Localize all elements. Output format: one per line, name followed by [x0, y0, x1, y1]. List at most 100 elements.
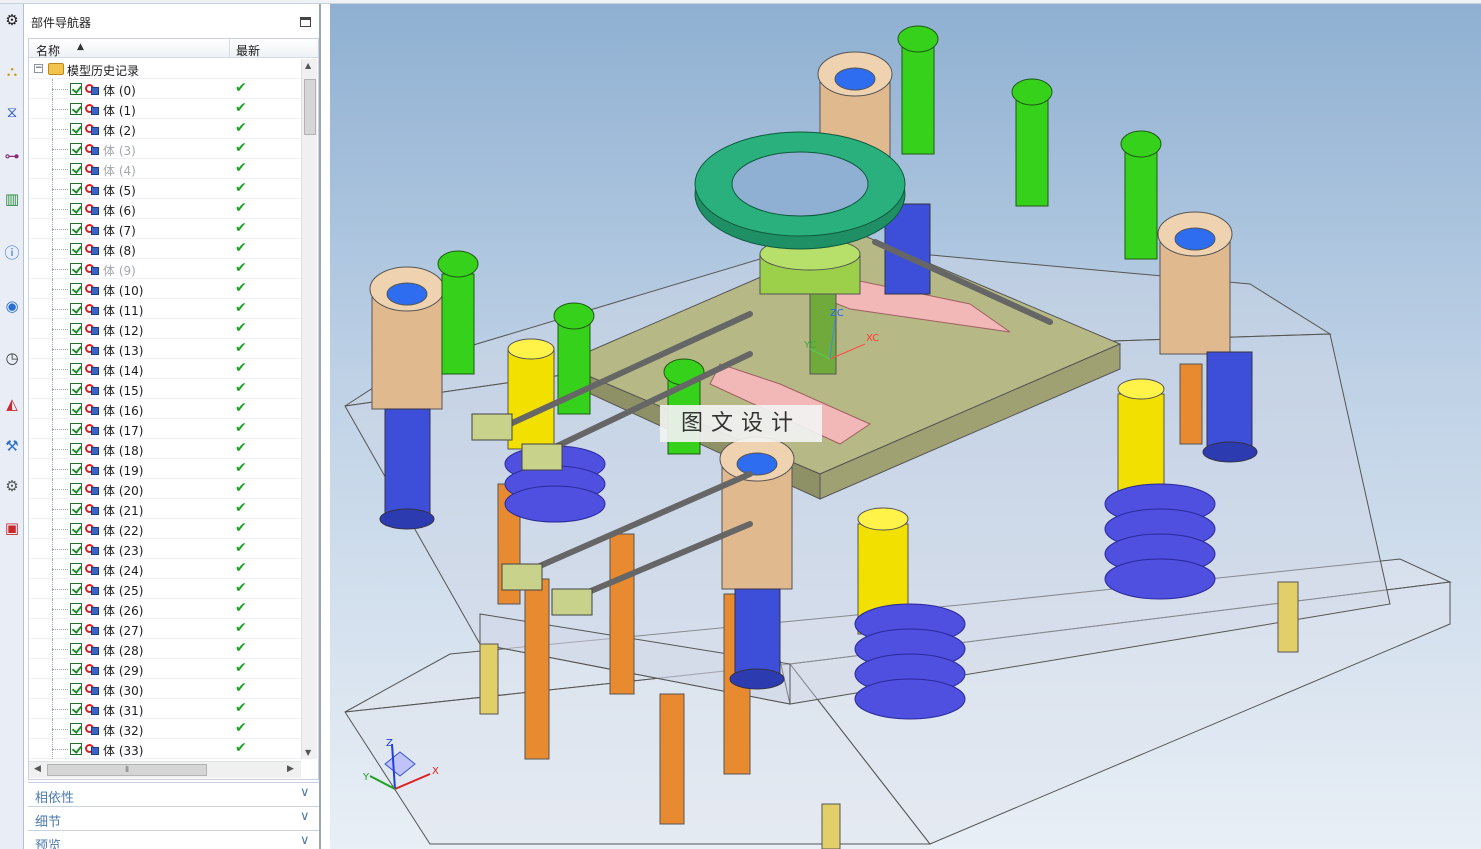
visibility-checkbox[interactable] [70, 323, 82, 335]
tree-node-body[interactable]: 体 (10) ✔ [29, 279, 301, 299]
section-dependencies[interactable]: 相依性 ∨ [28, 782, 319, 806]
tree-node-body[interactable]: 体 (20) ✔ [29, 479, 301, 499]
tree-node-body[interactable]: 体 (31) ✔ [29, 699, 301, 719]
visibility-checkbox[interactable] [70, 703, 82, 715]
tree-node-body[interactable]: 体 (3) ✔ [29, 139, 301, 159]
visibility-checkbox[interactable] [70, 683, 82, 695]
visibility-checkbox[interactable] [70, 423, 82, 435]
tree-node-body[interactable]: 体 (22) ✔ [29, 519, 301, 539]
tree-node-body[interactable]: 体 (27) ✔ [29, 619, 301, 639]
tree-node-body[interactable]: 体 (21) ✔ [29, 499, 301, 519]
hd3d-tools-icon[interactable]: ⓘ [1, 240, 23, 264]
visibility-checkbox[interactable] [70, 103, 82, 115]
visibility-checkbox[interactable] [70, 123, 82, 135]
visibility-checkbox[interactable] [70, 543, 82, 555]
part-navigator-icon[interactable]: ⊶ [1, 144, 23, 168]
tree-node-body[interactable]: 体 (16) ✔ [29, 399, 301, 419]
column-divider[interactable] [229, 39, 230, 58]
graphics-window[interactable]: ZC YC XC X Y Z 图文设计 [330, 4, 1481, 849]
history-icon[interactable]: ◷ [1, 346, 23, 370]
tree-node-body[interactable]: 体 (17) ✔ [29, 419, 301, 439]
chevron-down-icon[interactable]: ∨ [300, 833, 310, 848]
visibility-checkbox[interactable] [70, 483, 82, 495]
web-browser-icon[interactable]: ◉ [1, 294, 23, 318]
manufacturing-wizards-icon[interactable]: ⚙ [1, 474, 23, 498]
vertical-scrollbar[interactable]: ▲ ▼ [301, 59, 317, 759]
section-details[interactable]: 细节 ∨ [28, 806, 319, 830]
tree-node-body[interactable]: 体 (18) ✔ [29, 439, 301, 459]
visibility-checkbox[interactable] [70, 523, 82, 535]
tree-node-body[interactable]: 体 (13) ✔ [29, 339, 301, 359]
visibility-checkbox[interactable] [70, 363, 82, 375]
section-preview[interactable]: 预览 ∨ [28, 830, 319, 849]
visibility-checkbox[interactable] [70, 143, 82, 155]
chevron-down-icon[interactable]: ∨ [300, 785, 310, 800]
visibility-checkbox[interactable] [70, 203, 82, 215]
visibility-checkbox[interactable] [70, 303, 82, 315]
visibility-checkbox[interactable] [70, 563, 82, 575]
system-materials-icon[interactable]: ◭ [1, 392, 23, 416]
roles-icon[interactable]: ▣ [1, 516, 23, 540]
visibility-checkbox[interactable] [70, 223, 82, 235]
tree-node-body[interactable]: 体 (0) ✔ [29, 79, 301, 99]
chevron-down-icon[interactable]: ∨ [300, 809, 310, 824]
tree-node-body[interactable]: 体 (32) ✔ [29, 719, 301, 739]
scroll-down-icon[interactable]: ▼ [305, 748, 311, 757]
tree-node-body[interactable]: 体 (15) ✔ [29, 379, 301, 399]
column-header-latest[interactable]: 最新 [236, 42, 260, 59]
tree-node-body[interactable]: 体 (23) ✔ [29, 539, 301, 559]
tree-node-body[interactable]: 体 (1) ✔ [29, 99, 301, 119]
visibility-checkbox[interactable] [70, 183, 82, 195]
constraint-navigator-icon[interactable]: ⧖ [1, 100, 23, 124]
tree-node-body[interactable]: 体 (4) ✔ [29, 159, 301, 179]
visibility-checkbox[interactable] [70, 383, 82, 395]
tree-node-body[interactable]: 体 (26) ✔ [29, 599, 301, 619]
tree-node-body[interactable]: 体 (8) ✔ [29, 239, 301, 259]
scroll-up-icon[interactable]: ▲ [305, 61, 311, 70]
tree-node-body[interactable]: 体 (2) ✔ [29, 119, 301, 139]
horizontal-scrollbar[interactable]: ◀ ⦀ ▶ [29, 761, 301, 778]
tree-node-body[interactable]: 体 (19) ✔ [29, 459, 301, 479]
column-header-name[interactable]: 名称 [36, 42, 60, 59]
assembly-navigator-icon[interactable]: ⛬ [1, 59, 23, 83]
tree-node-body[interactable]: 体 (12) ✔ [29, 319, 301, 339]
visibility-checkbox[interactable] [70, 723, 82, 735]
visibility-checkbox[interactable] [70, 243, 82, 255]
tree-node-body[interactable]: 体 (25) ✔ [29, 579, 301, 599]
visibility-checkbox[interactable] [70, 163, 82, 175]
visibility-checkbox[interactable] [70, 743, 82, 755]
visibility-checkbox[interactable] [70, 403, 82, 415]
visibility-checkbox[interactable] [70, 83, 82, 95]
tree-node-body[interactable]: 体 (24) ✔ [29, 559, 301, 579]
tree-node-body[interactable]: 体 (29) ✔ [29, 659, 301, 679]
visibility-checkbox[interactable] [70, 583, 82, 595]
scroll-thumb[interactable] [304, 79, 316, 135]
tree-node-body[interactable]: 体 (14) ✔ [29, 359, 301, 379]
tree-node-body[interactable]: 体 (7) ✔ [29, 219, 301, 239]
collapse-icon[interactable]: − [34, 64, 43, 73]
visibility-checkbox[interactable] [70, 263, 82, 275]
mold-assembly-model[interactable]: ZC YC XC X Y Z [330, 4, 1481, 849]
gear-icon[interactable]: ⚙ [1, 8, 23, 32]
visibility-checkbox[interactable] [70, 443, 82, 455]
scroll-right-icon[interactable]: ▶ [287, 764, 294, 774]
visibility-checkbox[interactable] [70, 603, 82, 615]
reuse-library-icon[interactable]: ▥ [1, 187, 23, 211]
tree-node-body[interactable]: 体 (28) ✔ [29, 639, 301, 659]
visibility-checkbox[interactable] [70, 623, 82, 635]
visibility-checkbox[interactable] [70, 283, 82, 295]
tree-node-body[interactable]: 体 (11) ✔ [29, 299, 301, 319]
scroll-left-icon[interactable]: ◀ [34, 764, 41, 774]
visibility-checkbox[interactable] [70, 503, 82, 515]
tree-node-body[interactable]: 体 (6) ✔ [29, 199, 301, 219]
tree-node-body[interactable]: 体 (30) ✔ [29, 679, 301, 699]
visibility-checkbox[interactable] [70, 463, 82, 475]
visibility-checkbox[interactable] [70, 663, 82, 675]
tree-node-body[interactable]: 体 (5) ✔ [29, 179, 301, 199]
visibility-checkbox[interactable] [70, 343, 82, 355]
tree-node-model-history[interactable]: − 模型历史记录 [29, 59, 301, 79]
scroll-thumb[interactable]: ⦀ [47, 764, 207, 776]
tree-node-body[interactable]: 体 (33) ✔ [29, 739, 301, 759]
visibility-checkbox[interactable] [70, 643, 82, 655]
maximize-icon[interactable] [300, 17, 311, 27]
